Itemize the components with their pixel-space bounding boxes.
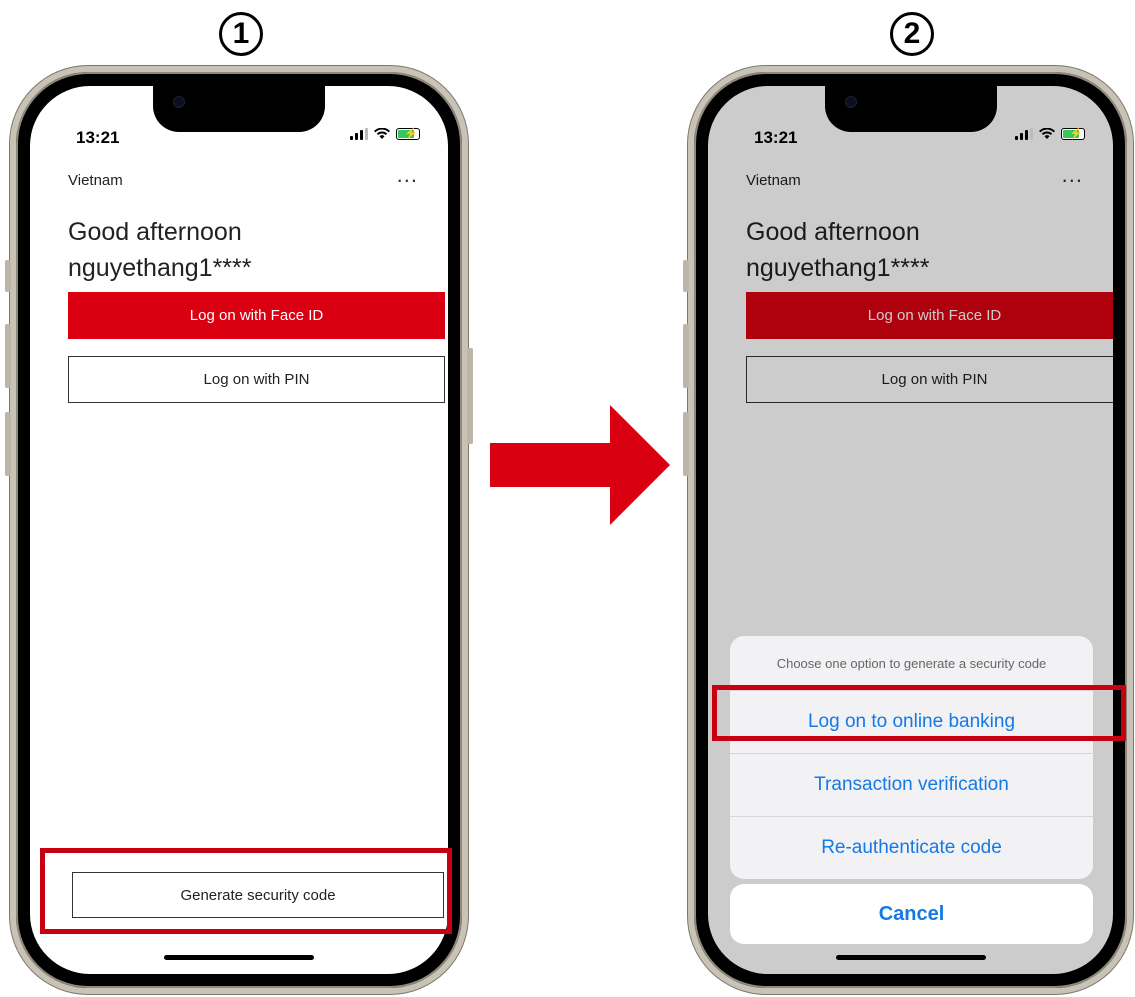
username-text: nguyethang1**** [68, 254, 252, 282]
action-sheet: Choose one option to generate a security… [730, 636, 1093, 879]
battery-charging-icon: ⚡ [1061, 128, 1085, 140]
highlight-online-banking-option [712, 685, 1126, 741]
signal-icon [350, 128, 368, 140]
greeting-block: Good afternoon nguyethang1**** [68, 214, 252, 286]
battery-charging-icon: ⚡ [396, 128, 420, 140]
region-label: Vietnam [68, 172, 123, 189]
camera [173, 96, 185, 108]
side-button [683, 260, 689, 292]
highlight-generate-button [40, 848, 452, 934]
face-id-login-button[interactable]: Log on with Face ID [68, 292, 445, 339]
step-2-badge: 2 [890, 12, 934, 56]
side-button [5, 412, 11, 476]
signal-icon [1015, 128, 1033, 140]
side-button [683, 412, 689, 476]
option-transaction-verification[interactable]: Transaction verification [730, 754, 1093, 817]
action-sheet-title: Choose one option to generate a security… [730, 636, 1093, 691]
step-1-badge: 1 [219, 12, 263, 56]
side-button [5, 260, 11, 292]
phone-1-screen: 13:21 ⚡ Vietnam ... Good afternoon nguye… [30, 86, 448, 974]
status-icons: ⚡ [350, 128, 420, 140]
greeting-text: Good afternoon [68, 218, 242, 246]
camera [844, 96, 857, 108]
status-time: 13:21 [76, 128, 120, 147]
home-indicator [835, 955, 986, 960]
side-button [5, 324, 11, 388]
option-re-authenticate-code[interactable]: Re-authenticate code [730, 817, 1093, 879]
home-indicator [164, 955, 314, 960]
notch [824, 86, 997, 132]
wifi-icon [374, 128, 390, 139]
phone-2-screen: 13:21 ⚡ Vietnam ... Good afternoon nguye… [708, 86, 1113, 974]
notch [153, 86, 325, 132]
side-button [467, 348, 473, 444]
phone-2: 13:21 ⚡ Vietnam ... Good afternoon nguye… [683, 66, 1133, 994]
status-icons: ⚡ [1015, 128, 1085, 140]
next-arrow-icon [490, 405, 670, 525]
more-menu-icon[interactable]: ... [397, 162, 418, 188]
pin-login-button[interactable]: Log on with PIN [68, 356, 445, 403]
side-button [683, 324, 689, 388]
wifi-icon [1039, 128, 1055, 139]
cancel-button[interactable]: Cancel [730, 884, 1093, 944]
